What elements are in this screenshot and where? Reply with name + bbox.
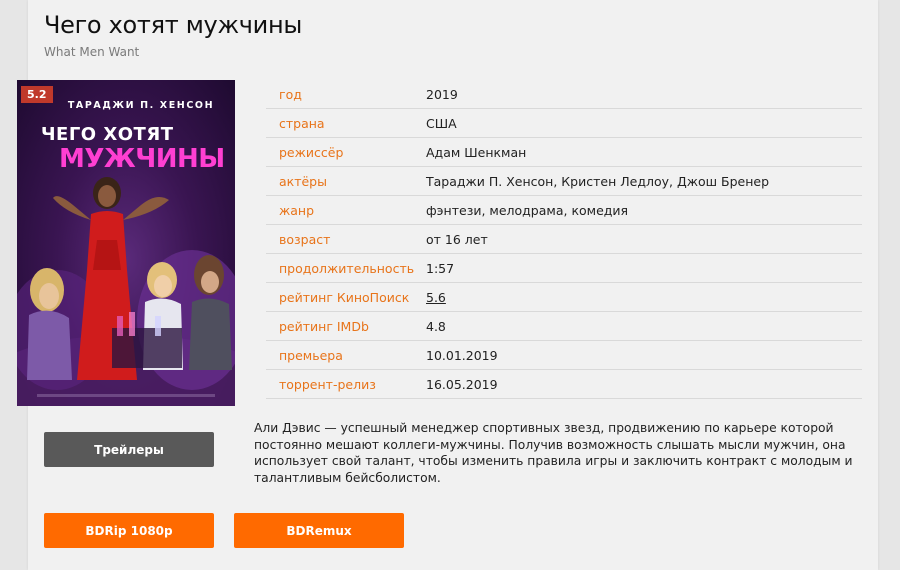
info-value: Тараджи П. Хенсон, Кристен Ледлоу, Джош … [426, 173, 770, 189]
info-row-director: режиссёр Адам Шенкман [266, 138, 862, 167]
movie-description: Али Дэвис — успешный менеджер спортивных… [254, 421, 853, 485]
info-label: жанр [279, 202, 315, 218]
info-row-genre: жанр фэнтези, мелодрама, комедия [266, 196, 862, 225]
info-row-actors: актёры Тараджи П. Хенсон, Кристен Ледлоу… [266, 167, 862, 196]
info-row-kinopoisk-rating: рейтинг КиноПоиск 5.6 [266, 283, 862, 312]
download-bdrip-1080p-button[interactable]: BDRip 1080p [44, 513, 214, 548]
poster-title-line2: МУЖЧИНЫ [59, 144, 225, 174]
info-label: торрент-релиз [279, 376, 376, 392]
info-label: режиссёр [279, 144, 344, 160]
poster-actor-name: ТАРАДЖИ П. ХЕНСОН [67, 100, 215, 111]
info-row-duration: продолжительность 1:57 [266, 254, 862, 283]
info-value: от 16 лет [426, 231, 488, 247]
info-label: продолжительность [279, 260, 415, 276]
info-row-premiere: премьера 10.01.2019 [266, 341, 862, 370]
download-bdremux-button[interactable]: BDRemux [234, 513, 404, 548]
trailers-button[interactable]: Трейлеры [44, 432, 214, 467]
info-label: страна [279, 115, 325, 131]
info-label: рейтинг КиноПоиск [279, 289, 410, 305]
info-value: фэнтези, мелодрама, комедия [426, 202, 629, 218]
info-row-torrent-release: торрент-релиз 16.05.2019 [266, 370, 862, 399]
movie-poster[interactable]: 5.2 ТАРАДЖИ П. ХЕНСОН ЧЕГО ХОТЯТ МУЖЧИНЫ [17, 80, 235, 406]
info-label: год [279, 86, 302, 102]
info-label: рейтинг IMDb [279, 318, 369, 334]
info-value: 1:57 [426, 260, 455, 276]
info-value: 2019 [426, 86, 458, 102]
kinopoisk-rating-link[interactable]: 5.6 [426, 290, 446, 305]
info-row-country: страна США [266, 109, 862, 138]
movie-page: Чего хотят мужчины What Men Want 5.2 ТАР… [17, 0, 878, 570]
poster-title-line1: ЧЕГО ХОТЯТ [41, 124, 174, 145]
info-label: премьера [279, 347, 343, 363]
info-value: 10.01.2019 [426, 347, 498, 363]
info-value: 4.8 [426, 318, 446, 334]
original-title: What Men Want [44, 45, 140, 59]
info-label: возраст [279, 231, 331, 247]
movie-info-table: год 2019 страна США режиссёр Адам Шенкма… [266, 80, 862, 399]
info-row-age: возраст от 16 лет [266, 225, 862, 254]
info-label: актёры [279, 173, 327, 189]
info-value: США [426, 115, 457, 131]
info-row-imdb-rating: рейтинг IMDb 4.8 [266, 312, 862, 341]
info-value: 16.05.2019 [426, 376, 498, 392]
movie-title: Чего хотят мужчины [44, 11, 303, 39]
info-row-year: год 2019 [266, 80, 862, 109]
info-value: Адам Шенкман [426, 144, 527, 160]
